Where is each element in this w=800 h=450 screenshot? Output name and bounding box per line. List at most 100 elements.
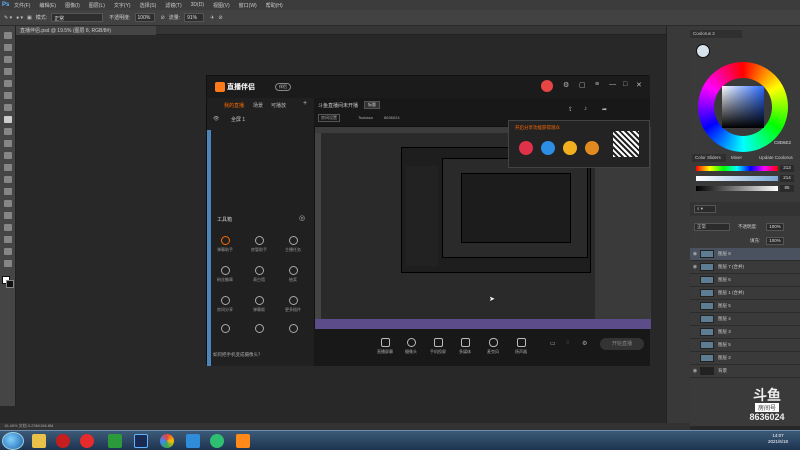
layer-row[interactable]: ◉ 背景 — [690, 365, 800, 378]
screen-capture-button[interactable]: 直播屏幕 — [374, 338, 396, 355]
layer-row[interactable]: 图层 2 — [690, 352, 800, 365]
stats-icon[interactable]: ◌ — [566, 340, 570, 346]
menu-icon[interactable]: ≡ — [595, 81, 599, 88]
airbrush-icon[interactable]: ✈ — [210, 15, 214, 21]
layer-row[interactable]: 图层 6 — [690, 274, 800, 287]
saturation-square[interactable] — [722, 86, 764, 128]
layer-row[interactable]: 图层 1 (合并) — [690, 287, 800, 300]
layer-row[interactable]: 图层 4 — [690, 313, 800, 326]
record-icon[interactable]: ▭ — [550, 340, 556, 347]
wechat-icon[interactable] — [210, 434, 224, 448]
chrome-icon[interactable] — [160, 434, 174, 448]
lasso-tool-icon[interactable] — [4, 56, 12, 63]
zoom-tool-icon[interactable] — [4, 260, 12, 267]
blend-mode-select[interactable]: 正常 — [694, 223, 730, 231]
layer-row[interactable]: 图层 3 — [690, 326, 800, 339]
shirt-icon[interactable]: ▢ — [579, 81, 586, 89]
color-sliders-tab[interactable]: Color Sliders — [692, 154, 726, 162]
layer-row[interactable]: 图层 5 — [690, 339, 800, 352]
marquee-tool-icon[interactable] — [4, 44, 12, 51]
media-button[interactable]: 多媒体 — [454, 338, 476, 355]
qzone-share-icon[interactable] — [563, 141, 577, 155]
menu-view[interactable]: 视图(V) — [213, 2, 230, 9]
coolorus-tab[interactable]: Coolorus 2 — [690, 30, 742, 38]
history-brush-icon[interactable] — [4, 140, 12, 147]
forward-icon[interactable]: ➦ — [602, 106, 607, 113]
visibility-eye-icon[interactable]: ◉ — [690, 264, 700, 270]
camera-button[interactable]: 摄像头 — [400, 338, 422, 355]
tool-lottery[interactable]: 抽奖 — [280, 266, 306, 283]
start-live-button[interactable]: 开始直播 — [600, 338, 644, 350]
app-icon[interactable] — [108, 434, 122, 448]
menu-type[interactable]: 文字(Y) — [114, 2, 131, 9]
add-scene-icon[interactable]: + — [303, 100, 307, 107]
layer-filter-select[interactable]: ⌕ ▾ — [694, 205, 716, 213]
tool-room-admin[interactable]: 房管助手 — [246, 236, 272, 253]
speaker-button[interactable]: 扬声器 — [510, 338, 532, 355]
room-settings-button[interactable]: 房间设置 — [318, 114, 340, 122]
left-tab-scene[interactable]: 场景 — [253, 102, 263, 109]
eraser-tool-icon[interactable] — [4, 152, 12, 159]
tool-download-3[interactable] — [280, 324, 306, 335]
menu-layer[interactable]: 图层(L) — [89, 2, 105, 9]
stream-title-button[interactable]: 标题 — [364, 101, 380, 109]
menu-select[interactable]: 选择(S) — [140, 2, 157, 9]
brightness-value[interactable]: 85 — [780, 185, 794, 192]
brush-tool-icon[interactable] — [4, 116, 12, 123]
tool-love-wall[interactable]: 表白墙 — [246, 266, 272, 283]
eyedropper-tool-icon[interactable] — [4, 92, 12, 99]
scene-item[interactable]: 全屏 1 — [231, 116, 245, 123]
tool-download-1[interactable] — [212, 324, 238, 335]
menu-filter[interactable]: 滤镜(T) — [165, 2, 181, 9]
menu-file[interactable]: 文件(F) — [14, 2, 30, 9]
crop-tool-icon[interactable] — [4, 80, 12, 87]
photoshop-taskbar-icon[interactable] — [134, 434, 148, 448]
visibility-eye-icon[interactable]: ◉ — [690, 368, 700, 374]
stream-app-window[interactable]: 直播伴侣 伴侣 ⚙ ▢ ≡ — □ ✕ 我的直播 场景 可播放 + 👁 全屏 1… — [206, 75, 651, 366]
layer-row[interactable]: ◉ 图层 7 (合并) — [690, 261, 800, 274]
document-tab[interactable]: 直播伴侣.psd @ 19.5% (图层 8, RGB/8#) — [16, 26, 156, 35]
current-color-swatch[interactable] — [696, 44, 710, 58]
layer-row[interactable]: ◉ 图层 8 — [690, 248, 800, 261]
eye-icon[interactable]: 👁 — [213, 116, 219, 122]
shape-tool-icon[interactable] — [4, 236, 12, 243]
fill-input[interactable]: 100% — [766, 237, 784, 245]
tool-danmu-ji[interactable]: 弹幕姬 — [246, 296, 272, 313]
taskbar-clock[interactable]: 14:07 2021/6/18 — [758, 433, 798, 445]
hue-value[interactable]: 213 — [780, 165, 794, 172]
brightness-slider[interactable] — [696, 186, 778, 191]
minimize-icon[interactable]: — — [609, 81, 616, 88]
bottom-tip[interactable]: 如何把手机变成摄像头？ — [213, 352, 263, 358]
blur-tool-icon[interactable] — [4, 176, 12, 183]
color-wheel[interactable] — [698, 62, 788, 152]
opacity-input[interactable]: 100% — [134, 13, 155, 22]
maximize-icon[interactable]: □ — [623, 81, 627, 88]
media-player-icon[interactable] — [56, 434, 70, 448]
move-tool-icon[interactable] — [4, 32, 12, 39]
dodge-tool-icon[interactable] — [4, 188, 12, 195]
menu-help[interactable]: 帮助(H) — [266, 2, 283, 9]
layer-opacity-input[interactable]: 100% — [766, 223, 784, 231]
saturation-slider[interactable] — [696, 176, 778, 181]
brush-panel-icon[interactable]: ▣ — [27, 15, 32, 21]
update-coolorus-tab[interactable]: Update Coolorus — [756, 154, 800, 162]
visibility-eye-icon[interactable]: ◉ — [690, 251, 700, 257]
menu-window[interactable]: 窗口(W) — [239, 2, 257, 9]
pressure-opacity-icon[interactable]: ⊘ — [161, 15, 165, 21]
close-icon[interactable]: ✕ — [636, 81, 642, 89]
stamp-tool-icon[interactable] — [4, 128, 12, 135]
link-share-icon[interactable] — [585, 141, 599, 155]
menu-3d[interactable]: 3D(D) — [191, 2, 204, 8]
layer-row[interactable]: 图层 5 — [690, 300, 800, 313]
app-brand-badge[interactable]: 伴侣 — [275, 83, 291, 91]
settings-gear-icon[interactable]: ⚙ — [582, 340, 587, 347]
share-icon[interactable]: ⇪ — [568, 106, 573, 113]
netease-music-icon[interactable] — [80, 434, 94, 448]
saturation-value[interactable]: 214 — [780, 175, 794, 182]
background-color-swatch[interactable] — [6, 280, 14, 288]
weibo-share-icon[interactable] — [519, 141, 533, 155]
qq-share-icon[interactable] — [541, 141, 555, 155]
quick-select-tool-icon[interactable] — [4, 68, 12, 75]
bell-icon[interactable]: ♪ — [584, 106, 587, 112]
menu-edit[interactable]: 编辑(E) — [39, 2, 56, 9]
